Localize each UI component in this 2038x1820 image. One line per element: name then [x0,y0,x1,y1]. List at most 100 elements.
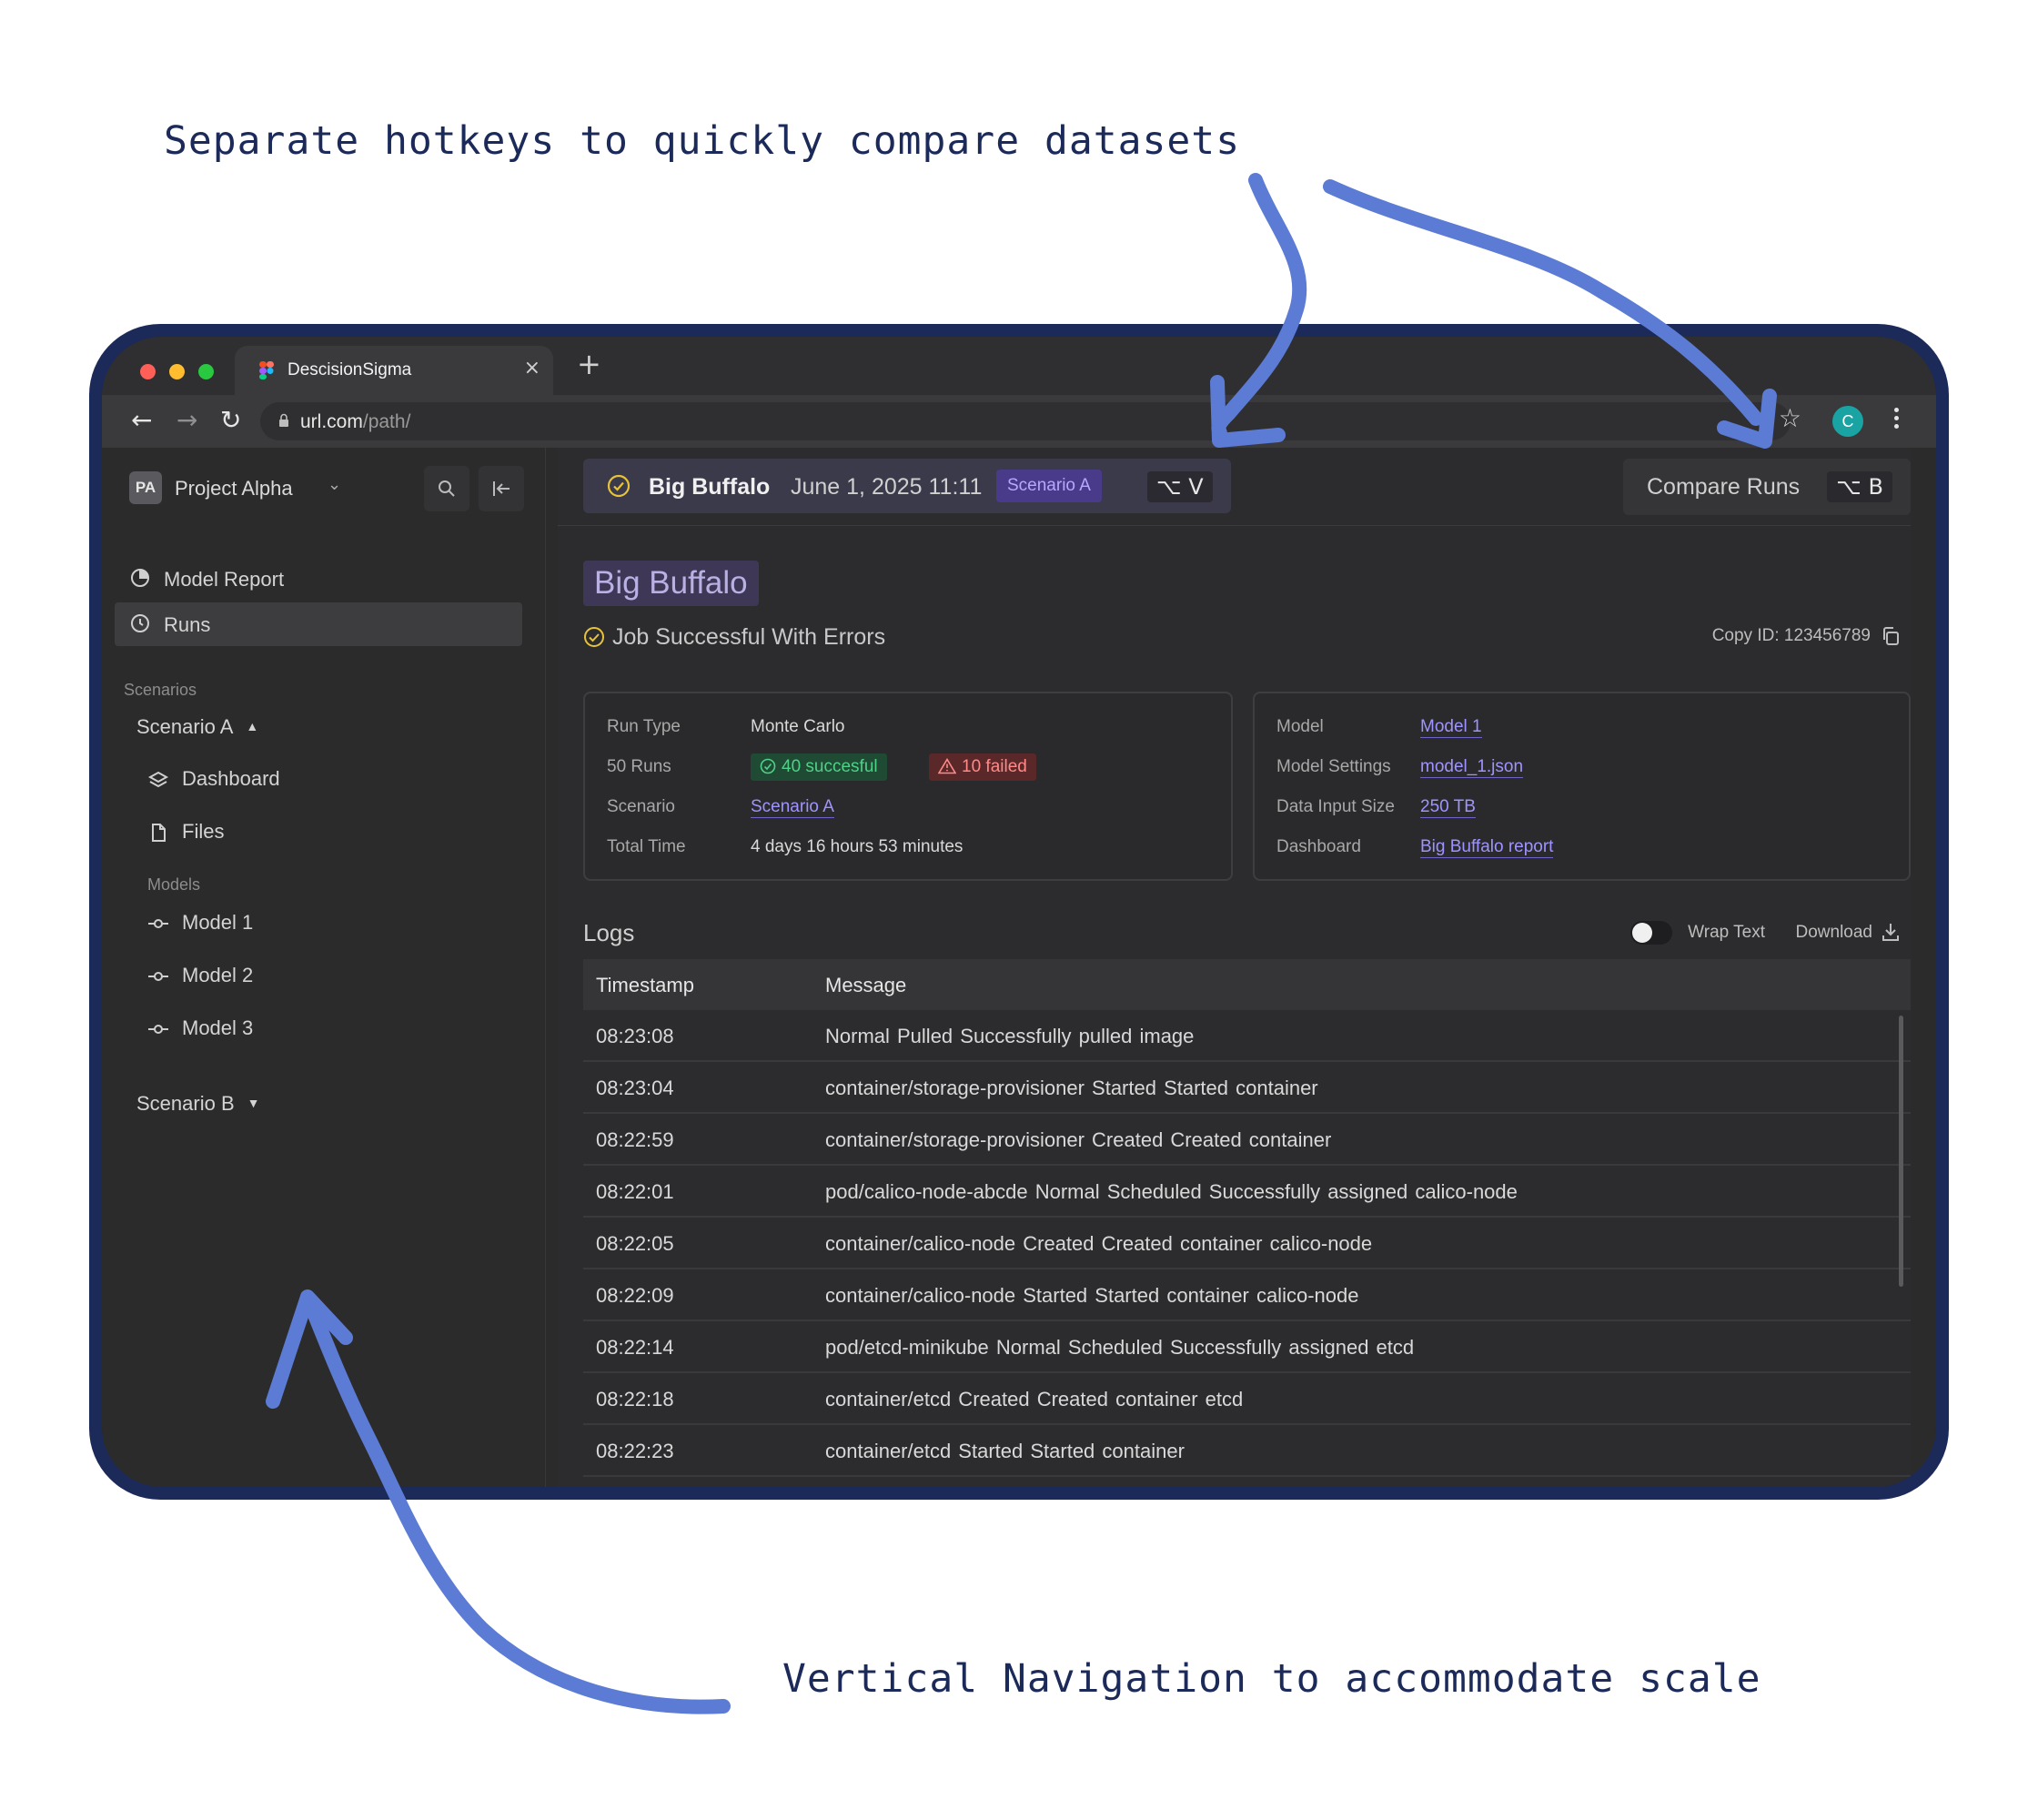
run-tab-name: Big Buffalo [649,474,771,500]
run-tab-date: June 1, 2025 11:11 [791,474,983,500]
log-message: container/storage-provisioner Created Cr… [825,1128,1332,1151]
table-row[interactable]: 08:22:23 container/etcd Started Started c… [583,1425,1911,1477]
window-minimize-button[interactable] [169,364,185,379]
check-circle-icon [584,627,604,647]
table-row[interactable]: 08:22:18 container/etcd Created Created c… [583,1373,1911,1425]
log-timestamp: 08:22:09 [596,1284,674,1307]
model-link[interactable]: Model 1 [1420,717,1482,738]
bookmark-star-icon[interactable]: ☆ [1779,406,1801,431]
toggle-knob [1632,923,1652,943]
log-timestamp: 08:23:04 [596,1077,674,1099]
copy-id-text: Copy ID: 123456789 [1711,626,1871,645]
compare-runs-button[interactable]: Compare Runs ⌥ B [1623,459,1911,515]
window-maximize-button[interactable] [198,364,214,379]
copy-icon [1883,627,1899,645]
sidebar-item-model-report[interactable]: Model Report [115,557,522,601]
project-avatar: PA [129,471,162,504]
back-arrow-icon[interactable]: ← [131,408,152,433]
sidebar: PA Project Alpha ⌄ Model Report Runs Sce… [102,448,546,1487]
scenario-b-toggle[interactable]: Scenario B ▼ [136,1092,259,1116]
log-message: container/calico-node Started Started co… [825,1284,1359,1307]
logs-table: Timestamp Message 08:23:08 Normal Pulled … [583,959,1911,1487]
window-close-button[interactable] [140,364,156,379]
check-circle-icon [607,474,631,498]
table-row[interactable]: 08:22:14 pod/etcd-minikube Normal Schedul… [583,1321,1911,1373]
model-info-card: Model Model 1 Model Settings model_1.jso… [1253,692,1911,881]
info-key: Scenario [607,797,675,816]
reload-icon[interactable]: ↻ [220,408,241,433]
wrap-text-label: Wrap Text [1688,923,1765,942]
sidebar-item-label: Files [182,820,225,843]
browser-menu-icon[interactable] [1892,404,1900,437]
info-key: Run Type [607,717,681,736]
browser-window: DescisionSigma × + ← → ↻ url.com/path/ ☆… [102,337,1936,1487]
tab-close-icon[interactable]: × [524,357,540,379]
column-header-message[interactable]: Message [825,974,906,997]
sidebar-item-label: Model 2 [182,964,254,986]
table-row[interactable]: 08:22:01 pod/calico-node-abcde Normal Sch… [583,1166,1911,1218]
scenarios-section-label: Scenarios [124,681,197,699]
wrap-text-toggle[interactable] [1630,921,1672,945]
commit-node-icon [148,1025,168,1034]
table-row[interactable]: 08:22:05 container/calico-node Created Cr… [583,1218,1911,1269]
log-timestamp: 08:23:08 [596,1025,674,1047]
download-button[interactable]: Download [1796,923,1902,943]
table-row[interactable]: 08:23:08 Normal Pulled Successfully pulle… [583,1010,1911,1062]
search-icon [439,480,455,497]
forward-arrow-icon[interactable]: → [177,408,197,433]
collapse-sidebar-button[interactable] [479,466,524,511]
table-row[interactable]: 08:22:09 container/calico-node Started St… [583,1269,1911,1321]
profile-avatar[interactable]: C [1832,406,1863,437]
info-key: Model Settings [1276,757,1391,776]
download-label: Download [1795,923,1873,942]
figma-icon [259,361,274,379]
clock-icon [131,614,149,632]
caret-up-icon: ▲ [246,719,259,733]
info-key: 50 Runs [607,757,671,776]
dashboard-link[interactable]: Big Buffalo report [1420,837,1554,858]
logs-table-body: 08:23:08 Normal Pulled Successfully pulle… [583,1010,1911,1477]
info-key: Dashboard [1276,837,1361,856]
data-input-size-link[interactable]: 250 TB [1420,797,1476,818]
successful-runs-badge[interactable]: 40 succesful [751,753,887,781]
log-message: container/etcd Started Started container [825,1440,1185,1462]
log-timestamp: 08:22:18 [596,1388,674,1410]
run-tab-strip: Big Buffalo June 1, 2025 11:11 Scenario … [558,448,1911,526]
laptop-frame: DescisionSigma × + ← → ↻ url.com/path/ ☆… [89,324,1949,1500]
log-message: container/calico-node Created Created co… [825,1232,1373,1255]
run-detail-panel: Big Buffalo June 1, 2025 11:11 Scenario … [558,448,1911,1487]
scenario-link[interactable]: Scenario A [751,797,834,818]
info-key: Data Input Size [1276,797,1395,816]
logs-scrollbar[interactable] [1899,1016,1903,1287]
log-message: pod/etcd-minikube Normal Scheduled Succe… [825,1336,1415,1359]
job-status-text: Job Successful With Errors [612,624,886,650]
hotkey-hint-b: ⌥ B [1827,471,1892,502]
copy-id-button[interactable]: Copy ID: 123456789 [1712,626,1902,646]
sidebar-item-runs[interactable]: Runs [115,602,522,646]
log-timestamp: 08:22:59 [596,1128,674,1151]
model-settings-link[interactable]: model_1.json [1420,757,1524,778]
log-timestamp: 08:22:05 [596,1232,674,1255]
scenario-a-toggle[interactable]: Scenario A ▲ [136,715,258,739]
models-section-label: Models [147,875,201,894]
search-button[interactable] [424,466,469,511]
layers-icon [147,771,169,788]
table-row[interactable]: 08:22:59 container/storage-provisioner Cr… [583,1114,1911,1166]
url-text: url.com/path/ [300,411,411,432]
failed-runs-badge[interactable]: 10 failed [929,753,1036,781]
sidebar-item-label: Runs [164,613,211,636]
download-icon [1882,924,1899,941]
column-header-timestamp[interactable]: Timestamp [596,974,694,997]
project-name: Project Alpha [175,477,293,500]
table-row[interactable]: 08:23:04 container/storage-provisioner St… [583,1062,1911,1114]
logs-table-header: Timestamp Message [583,959,1911,1010]
log-timestamp: 08:22:01 [596,1180,674,1203]
warning-icon [937,757,957,774]
run-tab-big-buffalo[interactable]: Big Buffalo June 1, 2025 11:11 Scenario … [583,459,1231,513]
pie-chart-icon [131,569,149,587]
collapse-left-icon [493,481,510,496]
browser-tab[interactable]: DescisionSigma × [235,346,553,395]
browser-tab-bar: DescisionSigma × + [102,337,1936,395]
url-input[interactable]: url.com/path/ [260,402,1791,440]
new-tab-button[interactable]: + [577,349,601,379]
